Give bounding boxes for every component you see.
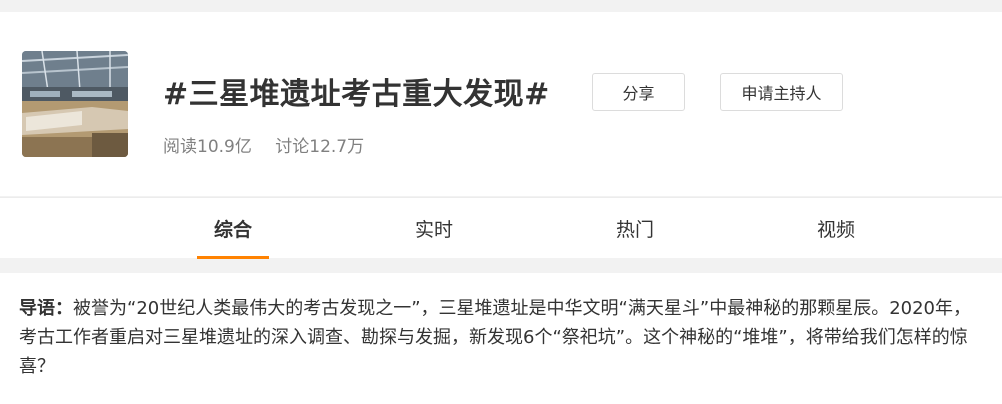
read-count: 阅读10.9亿	[163, 137, 252, 157]
discussion-count: 讨论12.7万	[275, 137, 365, 157]
topic-title: #三星堆遗址考古重大发现#	[163, 77, 550, 112]
intro-body: 被誉为“20世纪人类最伟大的考古发现之一”，三星堆遗址是中华文明“满天星斗”中最…	[19, 298, 972, 377]
topic-stats: 阅读10.9亿 讨论12.7万	[163, 132, 382, 157]
intro-paragraph: 导语：被誉为“20世纪人类最伟大的考古发现之一”，三星堆遗址是中华文明“满天星斗…	[19, 294, 984, 381]
intro-section: 导语：被誉为“20世纪人类最伟大的考古发现之一”，三星堆遗址是中华文明“满天星斗…	[0, 273, 1002, 404]
tab-video[interactable]: 视频	[800, 198, 872, 258]
active-tab-indicator	[197, 256, 269, 259]
tab-realtime[interactable]: 实时	[398, 198, 470, 258]
topic-header: #三星堆遗址考古重大发现# 阅读10.9亿 讨论12.7万 分享 申请主持人	[0, 12, 1002, 196]
tab-bar: 综合 实时 热门 视频	[0, 197, 1002, 259]
topic-cover-image[interactable]	[22, 51, 128, 157]
tab-comprehensive[interactable]: 综合	[197, 198, 269, 258]
tab-hot[interactable]: 热门	[599, 198, 671, 258]
apply-host-button[interactable]: 申请主持人	[720, 73, 843, 111]
share-button[interactable]: 分享	[592, 73, 685, 111]
intro-label: 导语：	[19, 298, 73, 319]
